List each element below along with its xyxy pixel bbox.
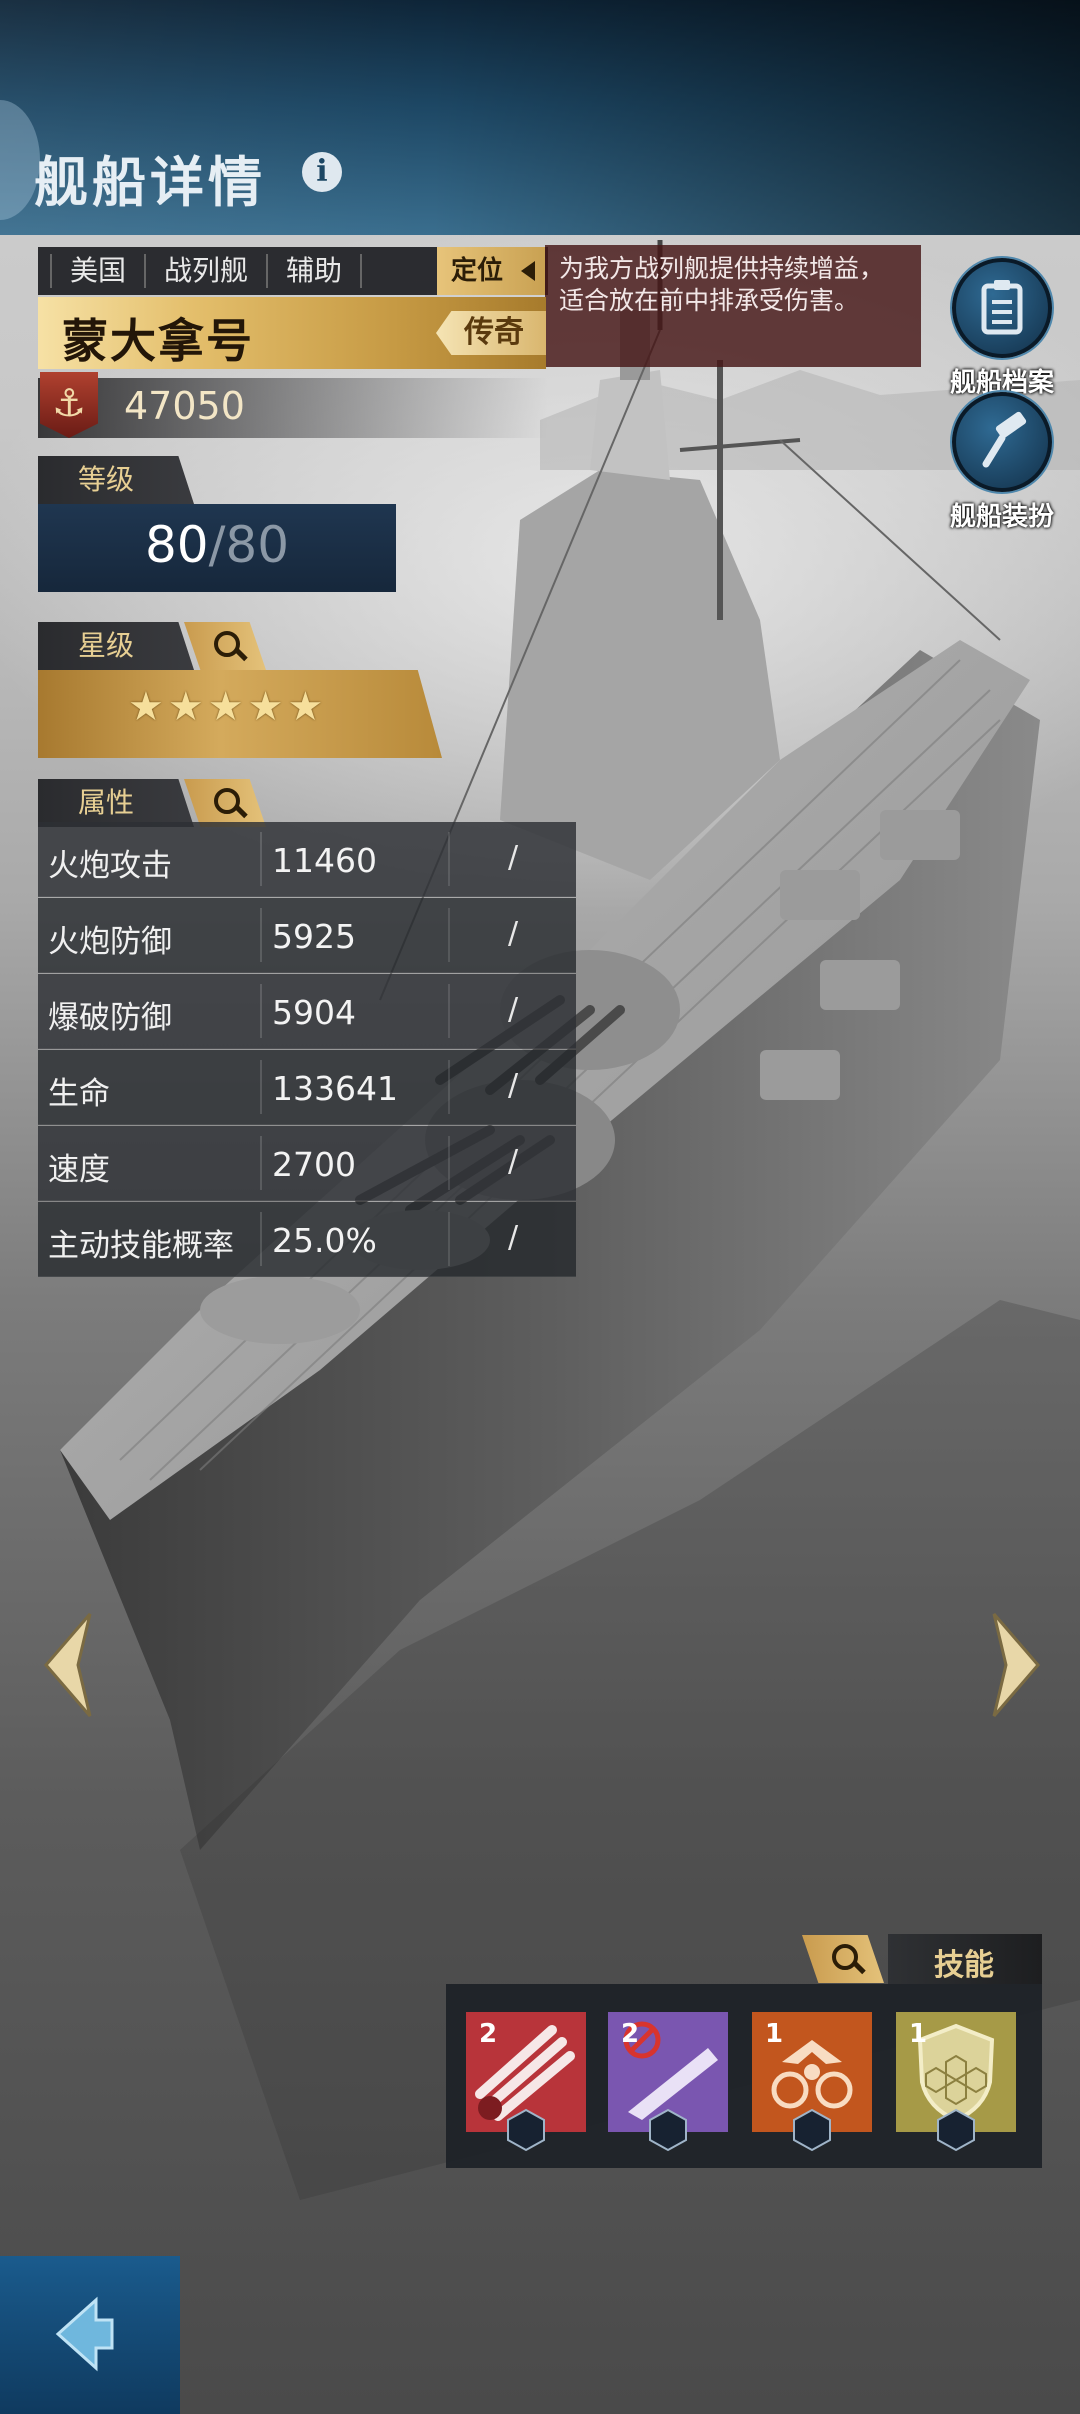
table-row: 爆破防御 5904 / xyxy=(38,974,576,1049)
positioning-description: 为我方战列舰提供持续增益，适合放在前中排承受伤害。 xyxy=(545,245,921,367)
table-row: 火炮防御 5925 / xyxy=(38,898,576,973)
skill-level: 1 xyxy=(764,2019,784,2049)
divider xyxy=(448,1060,450,1114)
back-arrow-icon xyxy=(55,2296,114,2372)
table-row: 火炮攻击 11460 / xyxy=(38,822,576,897)
divider xyxy=(448,1212,450,1266)
divider xyxy=(448,984,450,1038)
skill-slot-1[interactable]: 2 xyxy=(466,2012,586,2152)
attr-name: 爆破防御 xyxy=(48,1000,172,1036)
magnifier-handle xyxy=(234,647,248,662)
anchor-icon: ⚓ xyxy=(40,372,98,438)
divider xyxy=(260,1212,262,1266)
attr-value: 133641 xyxy=(272,1069,398,1108)
attribute-table: 火炮攻击 11460 / 火炮防御 5925 / 爆破防御 5904 / 生命 … xyxy=(38,822,576,1278)
attr-name: 速度 xyxy=(48,1152,110,1188)
table-row: 生命 133641 / xyxy=(38,1050,576,1125)
attr-value: 11460 xyxy=(272,841,377,880)
positioning-label: 定位 xyxy=(451,256,504,286)
skill-slot-4[interactable]: 1 xyxy=(896,2012,1016,2152)
level-display: 80/80 xyxy=(38,516,396,574)
divider xyxy=(448,1136,450,1190)
positioning-button[interactable]: 定位 xyxy=(437,247,545,295)
skills-title: 技能 xyxy=(934,1948,994,1983)
attr-value: 2700 xyxy=(272,1145,356,1184)
star-section-label: 星级 xyxy=(38,622,194,670)
skill-level-badge xyxy=(649,2108,687,2152)
attr-name: 火炮攻击 xyxy=(48,848,172,884)
skill-level-badge xyxy=(937,2108,975,2152)
combat-power-value: 47050 xyxy=(124,384,245,428)
attr-bonus: / xyxy=(508,916,519,951)
attribute-section-label: 属性 xyxy=(38,779,194,827)
table-row: 速度 2700 / xyxy=(38,1126,576,1201)
tag-nation: 美国 xyxy=(50,254,147,288)
attr-name: 火炮防御 xyxy=(48,924,172,960)
clipboard-glyph xyxy=(981,280,1023,335)
attr-bonus: / xyxy=(508,1068,519,1103)
attr-name: 生命 xyxy=(48,1076,110,1112)
previous-ship-arrow-icon[interactable] xyxy=(40,1610,96,1720)
back-button[interactable] xyxy=(0,2256,180,2414)
attr-value: 25.0% xyxy=(272,1221,377,1260)
paint-roller-icon xyxy=(952,392,1052,492)
skills-search-button[interactable] xyxy=(802,1935,884,1983)
star-rating-box: ★★★★★ xyxy=(38,670,442,758)
magnifier-handle xyxy=(852,1960,866,1975)
ship-name-bar: 蒙大拿号 传奇 xyxy=(38,297,546,369)
page-title: 舰船详情 xyxy=(34,151,266,214)
attr-bonus: / xyxy=(508,1144,519,1179)
tag-class: 战列舰 xyxy=(146,254,269,288)
skill-slot-2[interactable]: 2 xyxy=(608,2012,728,2152)
skill-level-badge xyxy=(793,2108,831,2152)
divider xyxy=(260,984,262,1038)
next-ship-arrow-icon[interactable] xyxy=(988,1610,1044,1720)
skill-level: 2 xyxy=(478,2019,498,2049)
attr-value: 5904 xyxy=(272,993,356,1032)
divider xyxy=(260,832,262,886)
level-section-label: 等级 xyxy=(38,456,194,504)
divider xyxy=(260,1136,262,1190)
skills-panel: 2 2 1 1 xyxy=(446,1984,1042,2168)
ship-skin-label: 舰船装扮 xyxy=(949,502,1054,532)
ship-scene-background: 舰船详情 i 美国 战列舰 辅助 定位 为我方战列舰提供持续增益，适合放在前中排… xyxy=(0,0,1080,2414)
rarity-badge: 传奇 xyxy=(436,311,546,355)
info-icon[interactable]: i xyxy=(302,152,342,192)
divider xyxy=(260,908,262,962)
clipboard-icon xyxy=(952,258,1052,358)
attr-name: 主动技能概率 xyxy=(48,1228,234,1264)
attr-bonus: / xyxy=(508,992,519,1027)
level-max: /80 xyxy=(208,516,290,574)
divider xyxy=(448,832,450,886)
combat-power-row: ⚓ 47050 xyxy=(38,372,548,438)
ship-archive-button[interactable]: 舰船档案 xyxy=(932,258,1072,399)
magnifier-handle xyxy=(234,804,248,819)
skills-header: 技能 xyxy=(802,1934,1042,1984)
skill-level: 1 xyxy=(908,2019,928,2049)
tag-role: 辅助 xyxy=(268,254,363,288)
ship-name: 蒙大拿号 xyxy=(62,314,254,368)
paint-roller-glyph xyxy=(982,411,1027,468)
skill-level: 2 xyxy=(620,2019,640,2049)
divider xyxy=(260,1060,262,1114)
level-box: 80/80 xyxy=(38,504,396,592)
attr-bonus: / xyxy=(508,1220,519,1255)
divider xyxy=(448,908,450,962)
caret-left-icon xyxy=(521,261,535,281)
star-rating: ★★★★★ xyxy=(128,684,328,730)
attr-value: 5925 xyxy=(272,917,356,956)
skill-slot-3[interactable]: 1 xyxy=(752,2012,872,2152)
table-row: 主动技能概率 25.0% / xyxy=(38,1202,576,1277)
level-current: 80 xyxy=(144,516,209,574)
skill-level-badge xyxy=(507,2108,545,2152)
ship-skin-button[interactable]: 舰船装扮 xyxy=(932,392,1072,533)
attr-bonus: / xyxy=(508,840,519,875)
